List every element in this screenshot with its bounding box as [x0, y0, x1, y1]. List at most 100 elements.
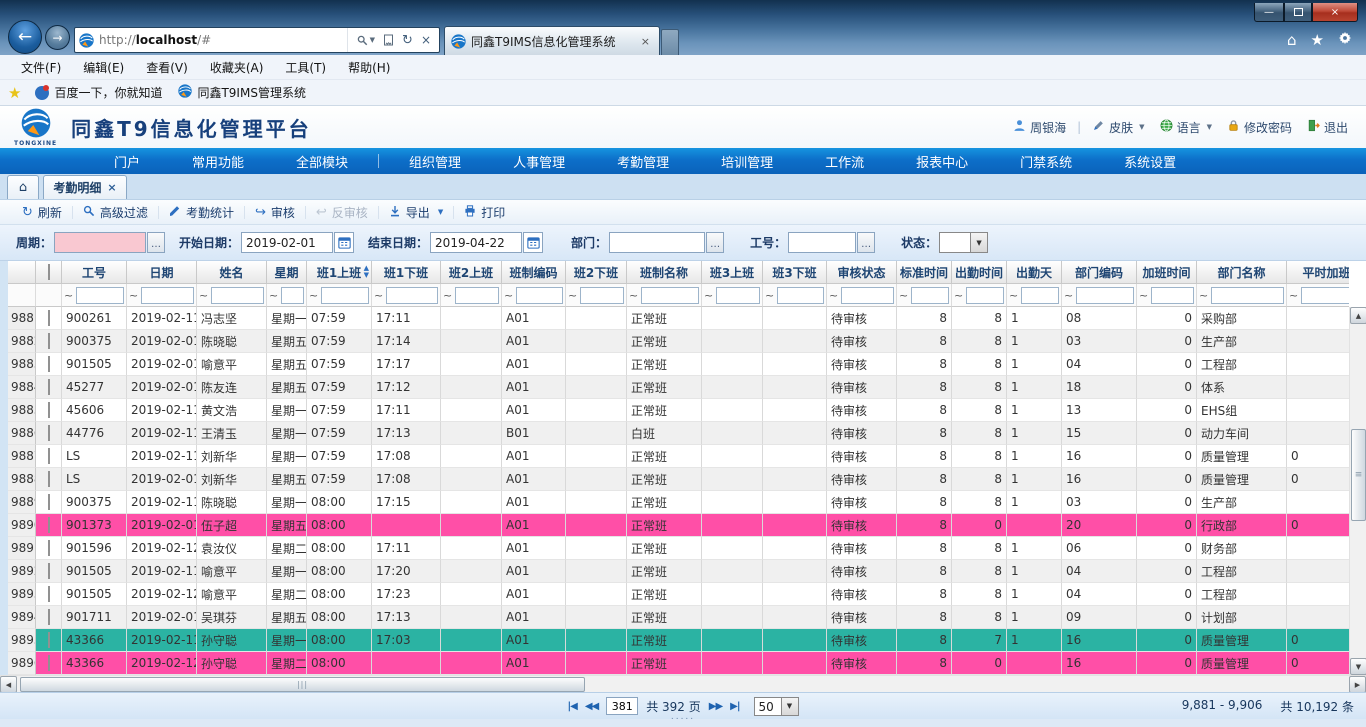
row-checkbox[interactable]	[48, 563, 50, 579]
nav-item-11[interactable]: 系统设置	[1098, 152, 1202, 171]
row-checkbox[interactable]	[48, 402, 50, 418]
column-header-9[interactable]: 班2下班	[566, 261, 627, 284]
menu-item[interactable]: 文件(F)	[10, 59, 72, 76]
table-row[interactable]: 9885456062019-02-11黄文浩星期一07:5917:11A01正常…	[8, 399, 1349, 422]
table-row[interactable]: 98949017112019-02-01吴琪芬星期五08:0017:13A01正…	[8, 606, 1349, 629]
nav-item-3[interactable]: 全部模块	[270, 152, 374, 171]
refresh-page-icon[interactable]: ↻	[402, 33, 413, 48]
menu-item[interactable]: 查看(V)	[135, 59, 199, 76]
column-header-5[interactable]: 班1上班▲▼	[307, 261, 372, 284]
scroll-right-button[interactable]: ▶	[1349, 676, 1366, 693]
column-filter-input-15[interactable]	[966, 287, 1004, 304]
scroll-up-button[interactable]: ▲	[1350, 307, 1366, 324]
table-row[interactable]: 98919015962019-02-12袁汝仪星期二08:0017:11A01正…	[8, 537, 1349, 560]
column-header-13[interactable]: 审核状态	[827, 261, 897, 284]
column-filter-input-1[interactable]	[76, 287, 124, 304]
table-row[interactable]: 98819002612019-02-11冯志坚星期一07:5917:11A01正…	[8, 307, 1349, 330]
toolbar-button-5[interactable]: ↩反审核	[306, 204, 378, 221]
menu-item[interactable]: 编辑(E)	[72, 59, 135, 76]
dept-picker-button[interactable]: …	[706, 232, 724, 253]
end-date-calendar-icon[interactable]	[523, 232, 543, 253]
start-date-calendar-icon[interactable]	[334, 232, 354, 253]
prev-page-button[interactable]: ◀◀	[585, 701, 598, 712]
row-checkbox[interactable]	[48, 356, 50, 372]
maximize-button[interactable]	[1284, 3, 1312, 22]
column-header-1[interactable]: 工号	[62, 261, 127, 284]
next-page-button[interactable]: ▶▶	[709, 701, 722, 712]
favorite-item[interactable]: 同鑫T9IMS管理系统	[172, 84, 311, 101]
table-row[interactable]: 9888LS2019-02-01刘新华星期五07:5917:08A01正常班待审…	[8, 468, 1349, 491]
gear-icon[interactable]	[1338, 31, 1352, 49]
table-row[interactable]: 98909013732019-02-01伍子超星期五08:00A01正常班待审核…	[8, 514, 1349, 537]
tab-close-icon[interactable]: ×	[107, 181, 116, 194]
column-filter-input-18[interactable]	[1151, 287, 1194, 304]
table-row[interactable]: 98839015052019-02-01喻意平星期五07:5917:17A01正…	[8, 353, 1349, 376]
row-checkbox[interactable]	[48, 586, 50, 602]
table-row[interactable]: 9887LS2019-02-11刘新华星期一07:5917:08A01正常班待审…	[8, 445, 1349, 468]
table-row[interactable]: 9896433662019-02-12孙守聪星期二08:00A01正常班待审核8…	[8, 652, 1349, 675]
user-menu[interactable]: 周银海	[1009, 119, 1070, 136]
row-checkbox[interactable]	[48, 310, 50, 326]
url-text[interactable]: http://localhost/#	[99, 33, 347, 47]
column-header-8[interactable]: 班制编码	[502, 261, 566, 284]
column-header-12[interactable]: 班3下班	[763, 261, 827, 284]
dept-input[interactable]	[609, 232, 705, 253]
logout-button[interactable]: 退出	[1303, 119, 1352, 136]
column-filter-input-19[interactable]	[1211, 287, 1284, 304]
last-page-button[interactable]: ▶|	[730, 701, 739, 712]
toolbar-button-1[interactable]: ↻刷新	[12, 204, 72, 221]
column-filter-input-3[interactable]	[211, 287, 264, 304]
row-checkbox[interactable]	[48, 471, 50, 487]
row-checkbox[interactable]	[48, 333, 50, 349]
menu-item[interactable]: 帮助(H)	[337, 59, 401, 76]
column-filter-input-2[interactable]	[141, 287, 194, 304]
column-header-14[interactable]: 标准时间	[897, 261, 952, 284]
table-row[interactable]: 98929015052019-02-11喻意平星期一08:0017:20A01正…	[8, 560, 1349, 583]
language-menu[interactable]: 语言▼	[1156, 119, 1216, 136]
nav-item-4[interactable]: 组织管理	[383, 152, 487, 171]
nav-item-2[interactable]: 常用功能	[166, 152, 270, 171]
compatibility-view-icon[interactable]	[383, 34, 394, 46]
vertical-scroll-thumb[interactable]: ≡	[1351, 429, 1366, 521]
column-filter-input-11[interactable]	[716, 287, 760, 304]
column-header-17[interactable]: 部门编码	[1062, 261, 1137, 284]
table-row[interactable]: 9895433662019-02-11孙守聪星期一08:0017:03A01正常…	[8, 629, 1349, 652]
nav-item-5[interactable]: 人事管理	[487, 152, 591, 171]
home-icon[interactable]: ⌂	[1287, 31, 1297, 49]
menu-item[interactable]: 工具(T)	[274, 59, 337, 76]
column-header-2[interactable]: 日期	[127, 261, 197, 284]
page-number-input[interactable]	[606, 697, 638, 715]
column-header-6[interactable]: 班1下班	[372, 261, 441, 284]
column-header-7[interactable]: 班2上班	[441, 261, 502, 284]
tab-close-icon[interactable]: ×	[638, 35, 653, 48]
nav-item-7[interactable]: 培训管理	[695, 152, 799, 171]
table-row[interactable]: 98829003752019-02-01陈晓聪星期五07:5917:14A01正…	[8, 330, 1349, 353]
column-filter-input-13[interactable]	[841, 287, 894, 304]
column-filter-input-4[interactable]	[281, 287, 304, 304]
column-header-10[interactable]: 班制名称	[627, 261, 702, 284]
status-select[interactable]: ▼	[939, 232, 988, 253]
browser-back-button[interactable]: ←	[8, 20, 42, 54]
scroll-down-button[interactable]: ▼	[1350, 658, 1366, 675]
page-size-select[interactable]: 50 ▼	[754, 697, 799, 716]
row-checkbox[interactable]	[48, 609, 50, 625]
toolbar-button-7[interactable]: 打印	[454, 204, 515, 221]
end-date-input[interactable]	[430, 232, 522, 253]
column-filter-input-20[interactable]	[1301, 287, 1349, 304]
column-filter-input-14[interactable]	[911, 287, 949, 304]
nav-item-1[interactable]: 门户	[88, 152, 166, 171]
nav-item-10[interactable]: 门禁系统	[994, 152, 1098, 171]
row-checkbox[interactable]	[48, 494, 50, 510]
row-checkbox[interactable]	[48, 655, 50, 671]
column-filter-input-8[interactable]	[516, 287, 563, 304]
column-header-18[interactable]: 加班时间	[1137, 261, 1197, 284]
empno-input[interactable]	[788, 232, 856, 253]
favorites-star-icon[interactable]: ★	[1311, 31, 1324, 49]
period-picker-button[interactable]: …	[147, 232, 165, 253]
skin-menu[interactable]: 皮肤▼	[1088, 119, 1148, 136]
address-bar[interactable]: http://localhost/# ▼ ↻ ×	[74, 27, 440, 53]
column-header-16[interactable]: 出勤天	[1007, 261, 1062, 284]
horizontal-scroll-thumb[interactable]: |||	[20, 677, 585, 692]
favorite-item[interactable]: 百度一下，你就知道	[29, 84, 168, 101]
search-icon[interactable]: ▼	[357, 35, 375, 46]
